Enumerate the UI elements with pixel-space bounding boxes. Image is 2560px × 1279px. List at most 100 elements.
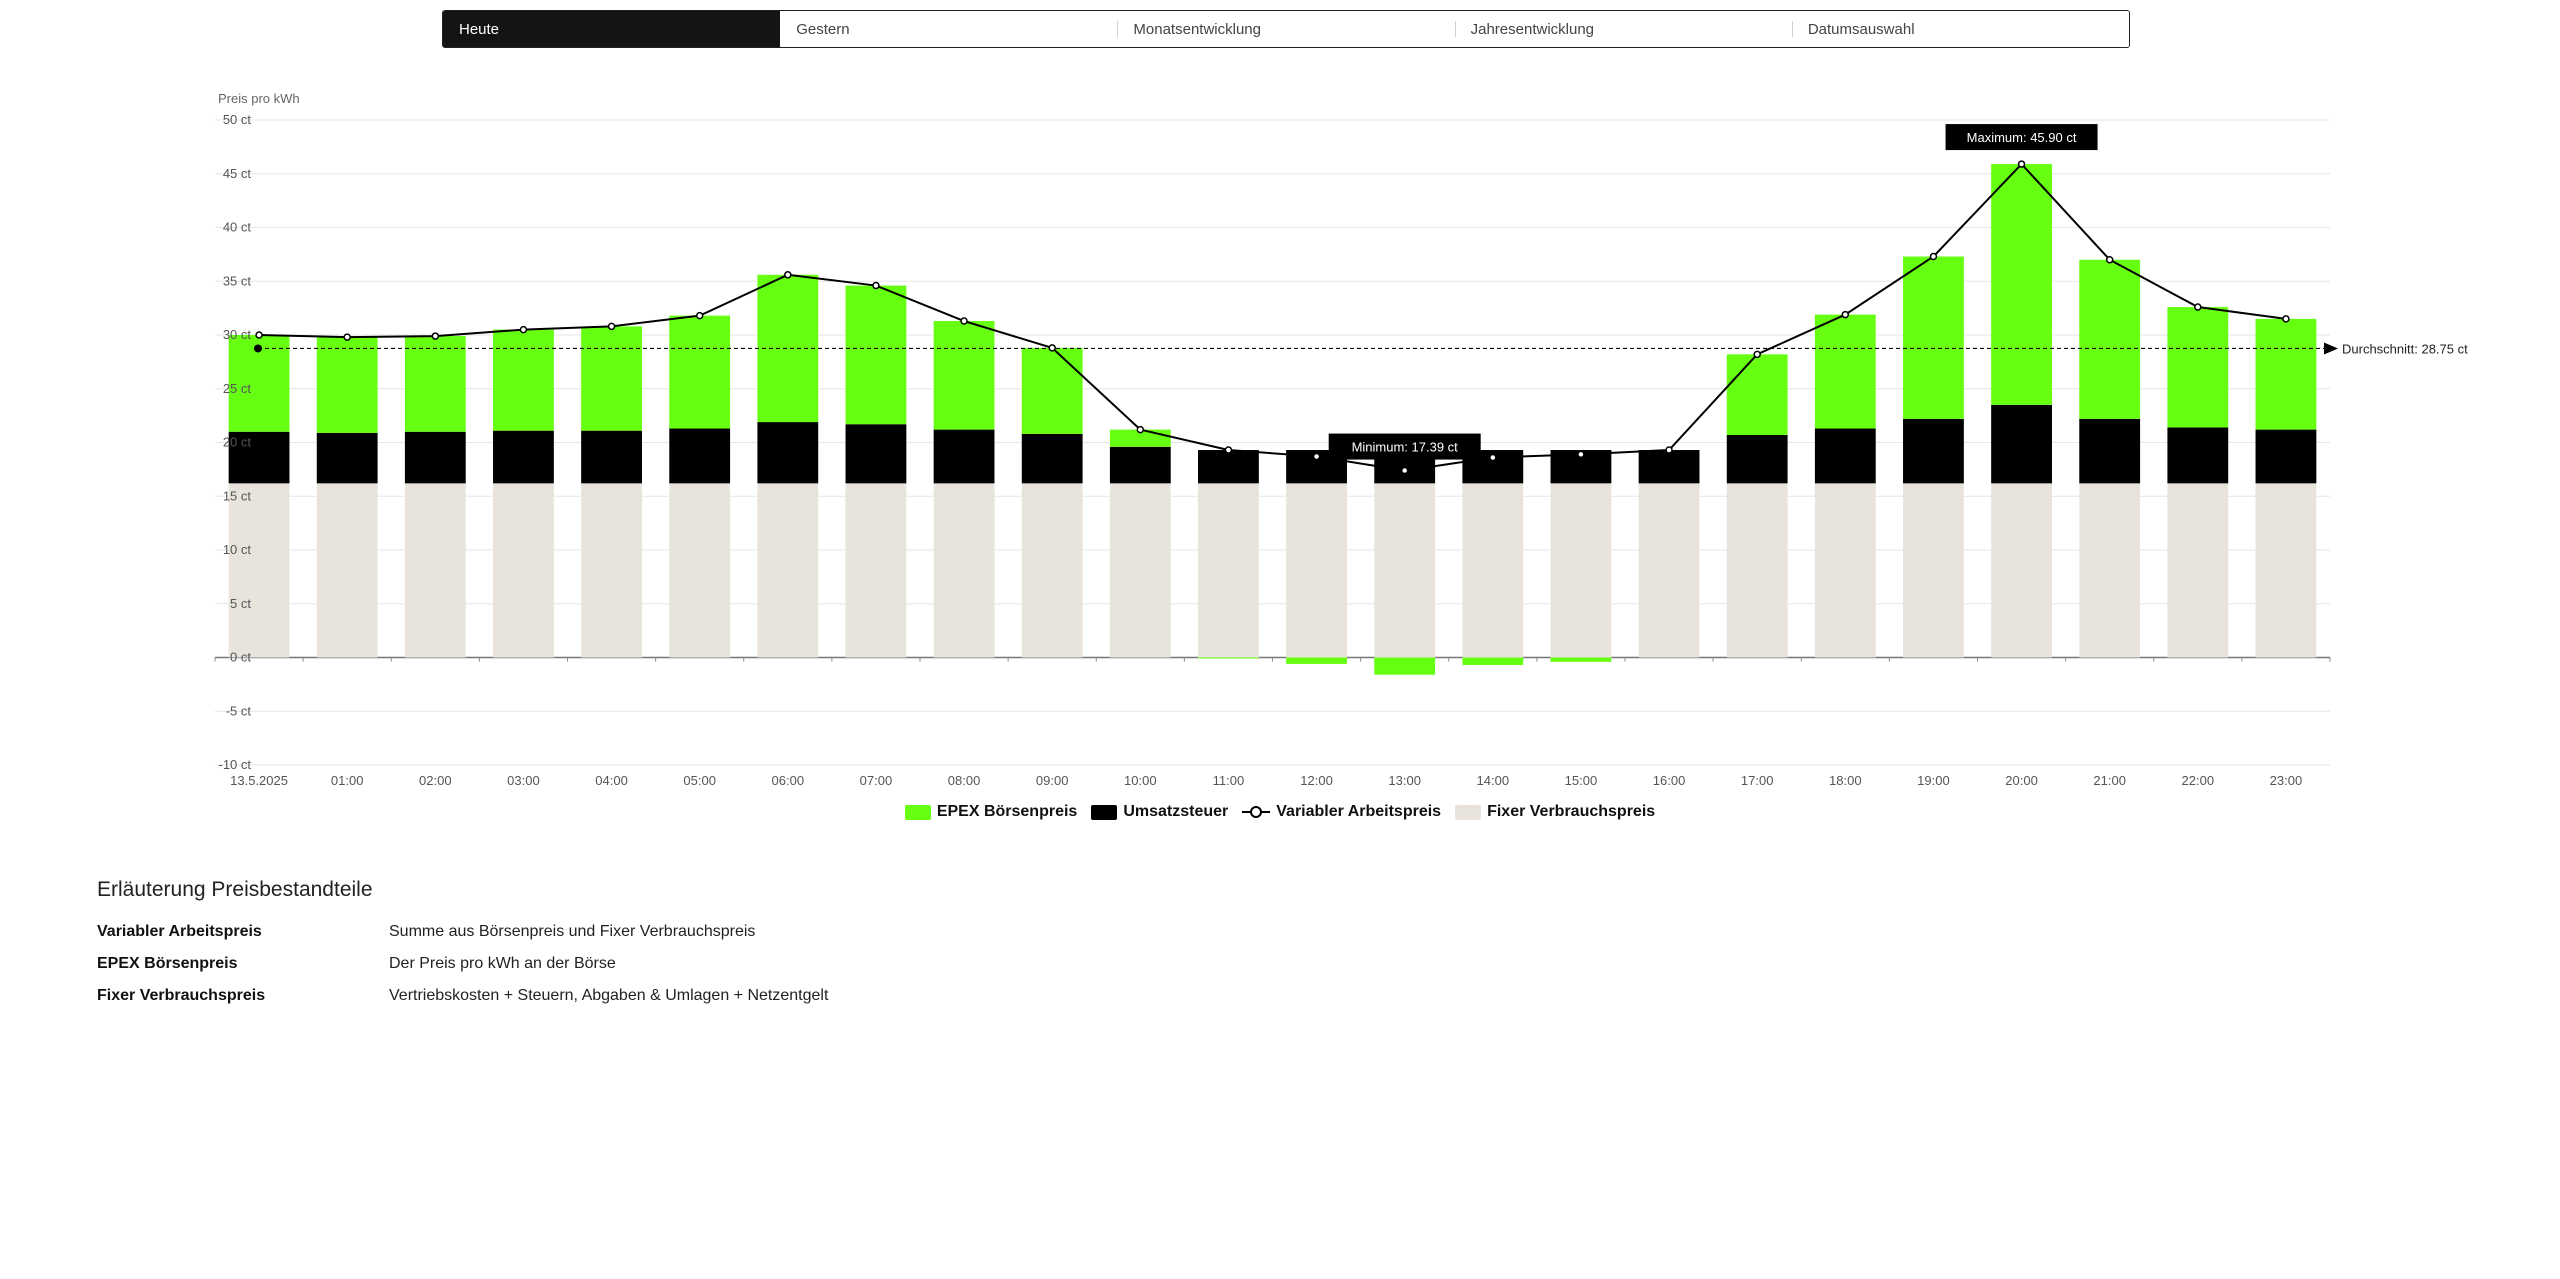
bar-fixed	[1550, 483, 1612, 658]
line-point	[2105, 256, 2114, 264]
bar-fixed	[1903, 483, 1964, 658]
x-tick-label: 20:00	[2005, 773, 2038, 788]
x-tick-label: 14:00	[1477, 773, 1510, 788]
x-tick-label: 01:00	[331, 773, 364, 788]
x-tick-label: 04:00	[595, 773, 628, 788]
y-tick-label: 45 ct	[223, 166, 252, 181]
bar-epex	[1726, 354, 1788, 435]
bar-tax	[316, 432, 378, 484]
x-tick-label: 21:00	[2093, 773, 2126, 788]
legend-label: Umsatzsteuer	[1123, 803, 1229, 820]
tab-jahresentwicklung[interactable]: Jahresentwicklung	[1454, 11, 1792, 47]
y-tick-label: 30 ct	[223, 327, 252, 342]
bar-fixed	[228, 483, 290, 658]
bar-tax	[845, 424, 907, 484]
explanation-term: EPEX Börsenpreis	[97, 955, 238, 972]
explanation-term: Fixer Verbrauchspreis	[97, 987, 266, 1004]
price-chart: Preis pro kWh -10 ct -5 ct 0 ct 5 ct 10 ct 15 …	[214, 91, 2468, 788]
bar-tax	[581, 430, 642, 484]
x-tick-label: 08:00	[948, 773, 981, 788]
tab-label: Gestern	[796, 20, 850, 38]
bar-epex	[1374, 657, 1436, 675]
line-point	[1312, 452, 1321, 461]
legend-item-fixer[interactable]: Fixer Verbrauchspreis	[1455, 803, 1655, 821]
line-point	[1577, 450, 1585, 459]
bar-tax	[757, 422, 819, 484]
bar-tax	[1903, 418, 1964, 484]
tab-label: Jahresentwicklung	[1470, 20, 1595, 38]
x-tick-label: 02:00	[419, 773, 452, 788]
explanation-desc: Der Preis pro kWh an der Börse	[389, 955, 616, 972]
line-point	[2282, 315, 2290, 323]
explanation-row: EPEX Börsenpreis Der Preis pro kWh an de…	[97, 948, 828, 980]
bar-fixed	[1462, 483, 1524, 658]
x-tick-label: 13.5.2025	[230, 773, 288, 788]
tab-monatsentwicklung[interactable]: Monatsentwicklung	[1117, 11, 1455, 47]
line-point	[1929, 252, 1938, 261]
bar-tax	[933, 429, 995, 484]
explanation-desc: Summe aus Börsenpreis und Fixer Verbrauc…	[389, 923, 756, 940]
bar-tax	[1726, 434, 1788, 484]
line-point	[1841, 310, 1850, 319]
y-tick-label: 35 ct	[223, 273, 252, 288]
line-point	[343, 333, 351, 341]
line-point	[960, 317, 968, 325]
y-tick-label: 0 ct	[230, 650, 251, 665]
bar-epex	[1903, 256, 1964, 419]
explanation-row: Fixer Verbrauchspreis Vertriebskosten + …	[97, 980, 828, 1012]
tab-label: Heute	[459, 20, 500, 38]
tab-gestern[interactable]: Gestern	[780, 11, 1118, 47]
bar-epex	[1991, 164, 2052, 405]
bar-fixed	[1374, 483, 1436, 658]
legend-item-arbeitspreis[interactable]: Variabler Arbeitspreis	[1242, 803, 1441, 821]
line-point	[431, 332, 440, 340]
x-tick-label: 03:00	[507, 773, 540, 788]
bar-epex	[845, 285, 907, 425]
legend-swatch-fixed	[1455, 804, 1482, 820]
line-point	[695, 311, 704, 320]
bar-epex	[1814, 314, 1876, 429]
legend-item-epex[interactable]: EPEX Börsenpreis	[904, 803, 1077, 821]
tab-datumsauswahl[interactable]: Datumsauswahl	[1791, 11, 2129, 47]
x-tick-label: 18:00	[1829, 773, 1862, 788]
legend-swatch-epex	[904, 804, 931, 820]
bar-fixed	[1726, 483, 1788, 658]
period-tabs: Heute Gestern Monatsentwicklung Jahresen…	[442, 10, 2130, 48]
bar-fixed	[1638, 483, 1700, 658]
bar-epex	[316, 337, 378, 433]
bar-tax	[2167, 427, 2229, 484]
bar-tax	[1814, 428, 1876, 484]
bar-epex	[1462, 657, 1524, 666]
y-tick-label: 15 ct	[223, 488, 252, 503]
tab-heute[interactable]: Heute	[443, 11, 781, 47]
line-point	[872, 281, 880, 290]
line-point	[1048, 344, 1056, 352]
legend-item-umsatzsteuer[interactable]: Umsatzsteuer	[1091, 803, 1228, 821]
chart-legend: EPEX Börsenpreis Umsatzsteuer Variabler …	[0, 803, 2560, 821]
bar-epex	[757, 274, 819, 423]
bar-fixed	[316, 483, 378, 658]
y-tick-label: 25 ct	[223, 381, 252, 396]
bar-fixed	[1814, 483, 1876, 658]
bar-fixed	[581, 483, 642, 658]
y-tick-label: 10 ct	[223, 542, 252, 557]
y-tick-label: -10 ct	[218, 757, 251, 772]
explanation-term: Variabler Arbeitspreis	[97, 923, 262, 940]
y-tick-label: -5 ct	[226, 703, 252, 718]
line-point	[1665, 446, 1673, 454]
x-tick-label: 07:00	[860, 773, 893, 788]
bar-tax	[1109, 446, 1171, 484]
x-tick-label: 12:00	[1300, 773, 1333, 788]
series-line-arbeitspreis	[259, 162, 2287, 472]
max-label: Maximum: 45.90 ct	[1967, 130, 2077, 145]
x-tick-label: 23:00	[2270, 773, 2303, 788]
bar-epex	[404, 336, 466, 432]
bar-tax	[1198, 450, 1259, 484]
bar-tax	[2079, 418, 2141, 484]
bar-fixed	[2255, 483, 2317, 658]
bar-fixed	[845, 483, 907, 658]
bar-fixed	[1109, 483, 1171, 658]
line-point	[1753, 350, 1761, 359]
line-point	[255, 331, 263, 339]
legend-swatch-tax	[1091, 804, 1118, 820]
